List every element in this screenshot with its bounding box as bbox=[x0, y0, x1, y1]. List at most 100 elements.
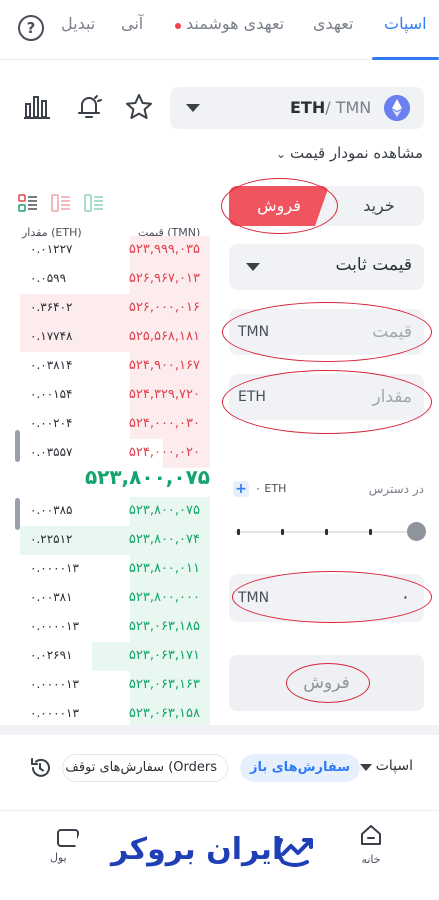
sell-tab-button[interactable]: فروش bbox=[229, 186, 329, 226]
bid-row[interactable]: ۵۲۳,۸۰۰,۰۰۰ ۰.۰۰۳۸۱ bbox=[20, 584, 210, 613]
home-icon bbox=[361, 825, 381, 845]
bid-row[interactable]: ۵۲۳,۸۰۰,۰۷۵ ۰.۰۰۳۸۵ bbox=[20, 497, 210, 526]
price-placeholder: قیمت bbox=[372, 322, 412, 342]
ask-price: ۵۲۵,۵۶۸,۱۸۱ bbox=[128, 329, 200, 344]
nav-home-label: خانه bbox=[361, 853, 381, 866]
slider-knob[interactable] bbox=[407, 522, 426, 541]
stop-orders-tab[interactable]: سفارش‌های توقف (Orders bbox=[62, 754, 228, 782]
bid-price: ۵۲۳,۰۶۳,۱۵۸ bbox=[128, 706, 200, 721]
buy-sell-switch: فروش خرید bbox=[229, 186, 424, 226]
ask-amount: ۰.۰۰۲۰۴ bbox=[30, 416, 73, 430]
ask-amount: ۰.۰۳۵۵۷ bbox=[30, 445, 73, 459]
history-icon[interactable] bbox=[28, 756, 52, 780]
slider-tick bbox=[237, 529, 240, 535]
tab-instant[interactable]: آنی bbox=[121, 14, 143, 33]
total-unit: TMN bbox=[238, 590, 270, 606]
ask-row[interactable]: ۵۲۶,۹۶۷,۰۱۳ ۰.۰۵۹۹ bbox=[20, 265, 210, 294]
bid-amount: ۰.۰۲۶۹۱ bbox=[30, 648, 73, 662]
order-type-select[interactable]: قیمت ثابت bbox=[229, 244, 424, 290]
ask-amount: ۰.۰۳۸۱۴ bbox=[30, 358, 73, 372]
market-tabs: اسپات تعهدی تعهدی هوشمند آنی تبدیل ? bbox=[0, 0, 439, 60]
bell-alert-icon[interactable] bbox=[74, 92, 104, 122]
help-icon[interactable]: ? bbox=[18, 15, 44, 41]
ask-price: ۵۲۴,۹۰۰,۱۶۷ bbox=[128, 358, 200, 373]
bid-amount: ۰.۰۰۳۸۵ bbox=[30, 503, 73, 517]
pair-label: ETH/ TMN bbox=[290, 98, 371, 117]
amount-placeholder: مقدار bbox=[372, 387, 412, 407]
active-tab-underline bbox=[372, 57, 439, 60]
bids-scroll-indicator[interactable] bbox=[15, 498, 20, 530]
ask-row[interactable]: ۵۲۳,۹۹۹,۰۳۵ ۰.۰۱۲۲۷ bbox=[20, 236, 210, 265]
brand-logo-icon bbox=[276, 838, 313, 867]
depth-chart-icon[interactable] bbox=[22, 92, 52, 122]
submit-sell-button[interactable]: فروش bbox=[229, 655, 424, 711]
orders-market-select[interactable]: اسپات bbox=[376, 758, 413, 774]
total-input[interactable]: TMN ۰ bbox=[229, 574, 424, 622]
ask-amount: ۰.۳۶۴۰۲ bbox=[30, 300, 73, 314]
bid-row[interactable]: ۵۲۳,۰۶۳,۱۷۱ ۰.۰۲۶۹۱ bbox=[20, 642, 210, 671]
slider-tick bbox=[325, 529, 328, 535]
star-icon[interactable] bbox=[124, 92, 154, 122]
ask-amount: ۰.۰۰۱۵۴ bbox=[30, 387, 73, 401]
nav-home[interactable]: خانه bbox=[356, 823, 386, 866]
slider-tick bbox=[281, 529, 284, 535]
chevron-down-icon bbox=[246, 263, 260, 271]
pair-quote: TMN bbox=[335, 98, 372, 117]
order-type-value: قیمت ثابت bbox=[335, 255, 412, 275]
slider-tick bbox=[369, 529, 372, 535]
tab-convert[interactable]: تبدیل bbox=[61, 14, 95, 33]
new-badge-dot bbox=[175, 23, 181, 29]
ask-row[interactable]: ۵۲۶,۰۰۰,۰۱۶ ۰.۳۶۴۰۲ bbox=[20, 294, 210, 323]
section-divider bbox=[0, 725, 439, 735]
ask-price: ۵۲۴,۰۰۰,۰۲۰ bbox=[128, 445, 200, 460]
tab-margin[interactable]: تعهدی bbox=[313, 14, 353, 33]
pair-selector[interactable]: ETH/ TMN bbox=[170, 87, 424, 129]
ask-row[interactable]: ۵۲۴,۰۰۰,۰۳۰ ۰.۰۰۲۰۴ bbox=[20, 410, 210, 439]
amount-input[interactable]: ETH مقدار bbox=[229, 374, 424, 420]
amount-slider[interactable] bbox=[229, 520, 426, 544]
chevron-down-icon bbox=[186, 104, 200, 112]
bid-amount: ۰.۰۰۰۰۱۳ bbox=[30, 619, 79, 633]
bid-row[interactable]: ۵۲۳,۰۶۳,۱۶۳ ۰.۰۰۰۰۱۳ bbox=[20, 671, 210, 700]
bid-row[interactable]: ۵۲۳,۸۰۰,۰۱۱ ۰.۰۰۰۰۱۳ bbox=[20, 555, 210, 584]
last-trade-price[interactable]: ۵۲۳,۸۰۰,۰۷۵ bbox=[20, 465, 210, 489]
buy-tab-button[interactable]: خرید bbox=[334, 186, 424, 226]
tab-smart-margin[interactable]: تعهدی هوشمند bbox=[186, 14, 284, 33]
bid-price: ۵۲۳,۰۶۳,۱۶۳ bbox=[128, 677, 200, 692]
bid-price: ۵۲۳,۰۶۳,۱۷۱ bbox=[128, 648, 200, 663]
orderbook-asks-icon[interactable] bbox=[51, 193, 71, 213]
show-price-chart-toggle[interactable]: ⌄ مشاهده نمودار قیمت bbox=[276, 144, 423, 162]
bid-amount: ۰.۰۰۰۰۱۳ bbox=[30, 706, 79, 720]
bid-price: ۵۲۳,۸۰۰,۰۷۴ bbox=[128, 532, 200, 547]
bid-amount: ۰.۰۰۰۰۱۳ bbox=[30, 677, 79, 691]
chart-toggle-label: مشاهده نمودار قیمت bbox=[290, 144, 423, 162]
orderbook-bids-icon[interactable] bbox=[84, 193, 104, 213]
price-unit: TMN bbox=[238, 324, 270, 340]
price-input[interactable]: TMN قیمت bbox=[229, 309, 424, 355]
brand-name: ایران بروکر bbox=[111, 832, 283, 867]
available-label: در دسترس bbox=[368, 482, 424, 496]
bid-amount: ۰.۰۰۳۸۱ bbox=[30, 590, 73, 604]
nav-wallet-label[interactable]: یول bbox=[50, 851, 67, 864]
asks-scroll-indicator[interactable] bbox=[15, 430, 20, 462]
available-value: ۰ ETH bbox=[255, 482, 287, 495]
bid-amount: ۰.۲۲۵۱۲ bbox=[30, 532, 73, 546]
ask-price: ۵۲۳,۹۹۹,۰۳۵ bbox=[128, 242, 200, 257]
bid-row[interactable]: ۵۲۳,۰۶۳,۱۸۵ ۰.۰۰۰۰۱۳ bbox=[20, 613, 210, 642]
ask-price: ۵۲۴,۳۲۹,۷۲۰ bbox=[128, 387, 200, 402]
ask-price: ۵۲۶,۰۰۰,۰۱۶ bbox=[128, 300, 200, 315]
ask-price: ۵۲۴,۰۰۰,۰۳۰ bbox=[128, 416, 200, 431]
ask-row[interactable]: ۵۲۴,۳۲۹,۷۲۰ ۰.۰۰۱۵۴ bbox=[20, 381, 210, 410]
ask-row[interactable]: ۵۲۵,۵۶۸,۱۸۱ ۰.۱۷۷۴۸ bbox=[20, 323, 210, 352]
orderbook-both-icon[interactable] bbox=[18, 193, 38, 213]
open-orders-tab[interactable]: سفارش‌های باز bbox=[240, 754, 361, 782]
bid-amount: ۰.۰۰۰۰۱۳ bbox=[30, 561, 79, 575]
deposit-plus-button[interactable]: + bbox=[233, 481, 249, 497]
ask-amount: ۰.۱۷۷۴۸ bbox=[30, 329, 73, 343]
ask-amount: ۰.۰۱۲۲۷ bbox=[30, 242, 73, 256]
ask-row[interactable]: ۵۲۴,۰۰۰,۰۲۰ ۰.۰۳۵۵۷ bbox=[20, 439, 210, 468]
ask-row[interactable]: ۵۲۴,۹۰۰,۱۶۷ ۰.۰۳۸۱۴ bbox=[20, 352, 210, 381]
bid-row[interactable]: ۵۲۳,۸۰۰,۰۷۴ ۰.۲۲۵۱۲ bbox=[20, 526, 210, 555]
tab-spot[interactable]: اسپات bbox=[384, 14, 427, 33]
chevron-down-icon[interactable] bbox=[360, 764, 372, 771]
